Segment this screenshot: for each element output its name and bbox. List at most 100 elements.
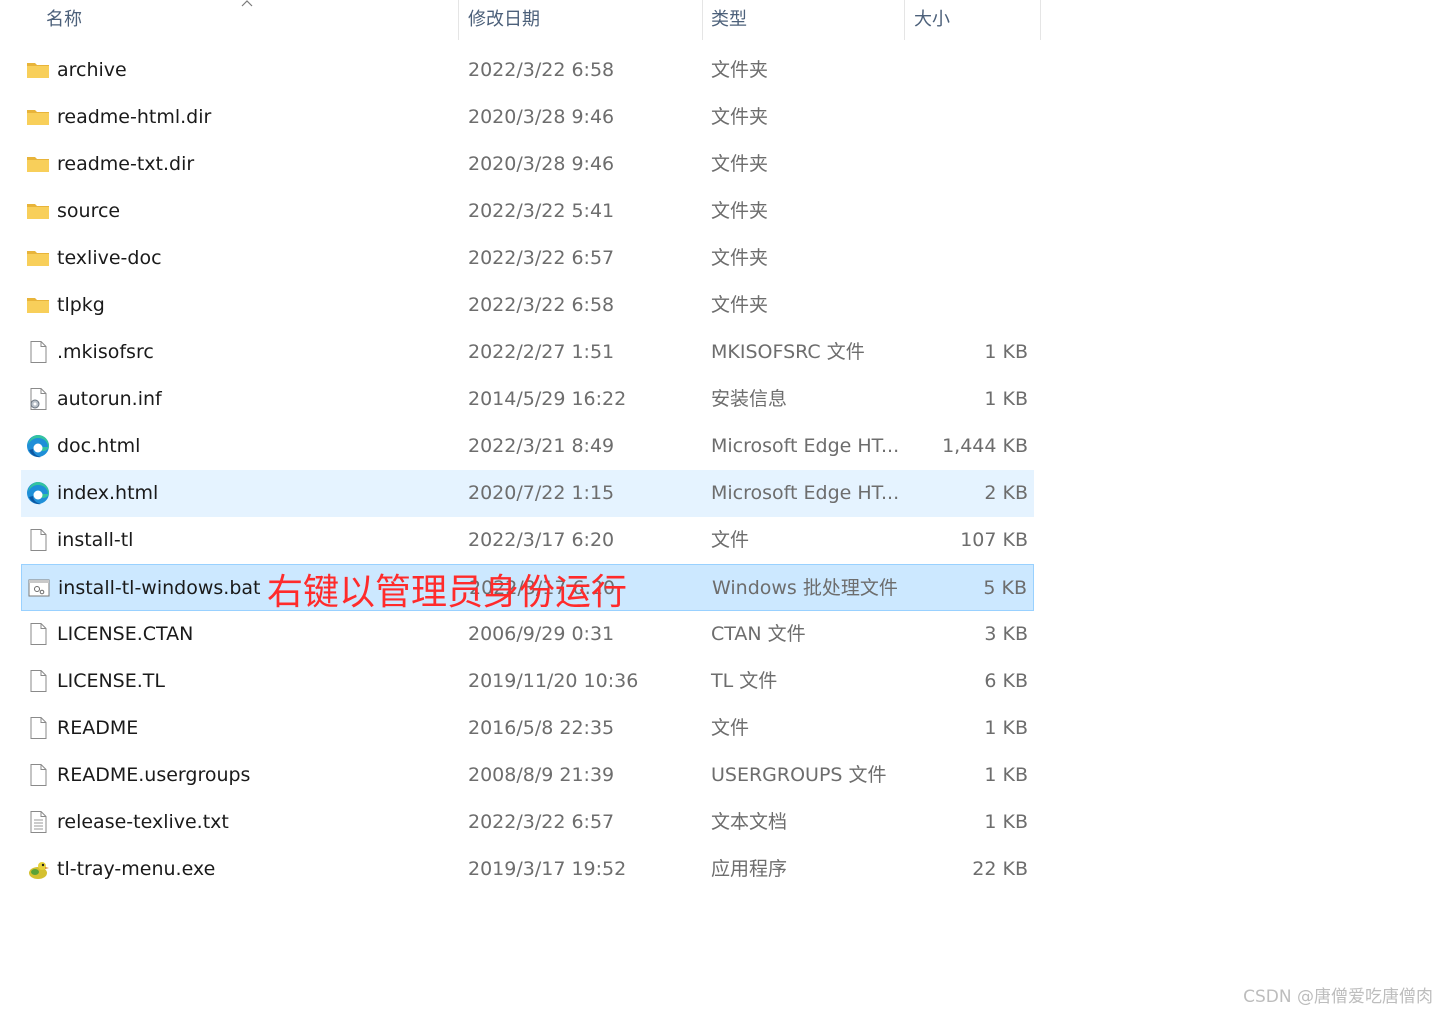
watermark: CSDN @唐僧爱吃唐僧肉	[1243, 987, 1433, 1007]
file-size: 3 KB	[984, 623, 1028, 645]
file-name: archive	[57, 59, 127, 81]
column-header-date[interactable]: 修改日期	[460, 0, 702, 40]
file-row[interactable]: tlpkg 2022/3/22 6:58 文件夹	[21, 282, 1034, 329]
folder-icon	[26, 199, 50, 223]
file-type: 文件	[711, 529, 750, 551]
file-size: 1 KB	[984, 764, 1028, 786]
file-type: 文件夹	[711, 153, 769, 175]
file-name: install-tl	[57, 529, 134, 551]
file-modified-date: 2022/3/22 6:57	[468, 811, 615, 833]
file-name: readme-txt.dir	[57, 153, 195, 175]
column-header: 名称 修改日期 类型 大小	[0, 0, 1041, 40]
file-name: source	[57, 200, 121, 222]
file-row[interactable]: release-texlive.txt 2022/3/22 6:57 文本文档 1 K…	[21, 799, 1034, 846]
file-modified-date: 2022/2/27 1:51	[468, 341, 615, 363]
file-size: 5 KB	[983, 577, 1027, 599]
file-name: autorun.inf	[57, 388, 162, 410]
file-row[interactable]: source 2022/3/22 5:41 文件夹	[21, 188, 1034, 235]
file-modified-date: 2014/5/29 16:22	[468, 388, 627, 410]
file-type: 文件夹	[711, 294, 769, 316]
file-type: 文件夹	[711, 59, 769, 81]
annotation-text: 右键以管理员身份运行	[267, 572, 628, 613]
file-type: 文件夹	[711, 200, 769, 222]
column-divider[interactable]	[904, 0, 905, 40]
file-icon	[26, 622, 50, 646]
file-type: USERGROUPS 文件	[711, 764, 887, 786]
file-type: 文本文档	[711, 811, 788, 833]
file-row[interactable]: archive 2022/3/22 6:58 文件夹	[21, 47, 1034, 94]
file-modified-date: 2022/3/22 6:57	[468, 247, 615, 269]
file-size: 22 KB	[972, 858, 1028, 880]
file-size: 2 KB	[984, 482, 1028, 504]
file-modified-date: 2008/8/9 21:39	[468, 764, 615, 786]
file-modified-date: 2019/3/17 19:52	[468, 858, 627, 880]
file-icon	[26, 528, 50, 552]
file-modified-date: 2016/5/8 22:35	[468, 717, 615, 739]
sort-ascending-icon	[241, 0, 253, 7]
file-name: readme-html.dir	[57, 106, 212, 128]
text-file-icon	[26, 810, 50, 834]
file-list: archive 2022/3/22 6:58 文件夹 readme-html.dir 2…	[21, 47, 1034, 893]
column-divider[interactable]	[1040, 0, 1041, 40]
file-modified-date: 2020/7/22 1:15	[468, 482, 615, 504]
file-type: 应用程序	[711, 858, 788, 880]
exe-icon	[26, 857, 50, 881]
file-row[interactable]: doc.html 2022/3/21 8:49 Microsoft Edge HT.…	[21, 423, 1034, 470]
folder-icon	[26, 105, 50, 129]
file-name: LICENSE.TL	[57, 670, 165, 692]
file-size: 6 KB	[984, 670, 1028, 692]
file-row[interactable]: readme-html.dir 2020/3/28 9:46 文件夹	[21, 94, 1034, 141]
file-row[interactable]: README 2016/5/8 22:35 文件 1 KB	[21, 705, 1034, 752]
edge-icon	[26, 481, 50, 505]
column-divider[interactable]	[458, 0, 459, 40]
folder-icon	[26, 246, 50, 270]
file-row[interactable]: .mkisofsrc 2022/2/27 1:51 MKISOFSRC 文件 1 KB	[21, 329, 1034, 376]
file-name: texlive-doc	[57, 247, 162, 269]
file-type: 文件	[711, 717, 750, 739]
file-type: Microsoft Edge HT...	[711, 435, 900, 457]
file-name: doc.html	[57, 435, 141, 457]
settings-file-icon	[26, 387, 50, 411]
file-type: 文件夹	[711, 106, 769, 128]
column-header-type[interactable]: 类型	[703, 0, 904, 40]
batch-file-icon	[27, 576, 51, 600]
file-name: .mkisofsrc	[57, 341, 154, 363]
file-name: LICENSE.CTAN	[57, 623, 194, 645]
file-type: CTAN 文件	[711, 623, 806, 645]
file-name: README.usergroups	[57, 764, 251, 786]
file-modified-date: 2022/3/21 8:49	[468, 435, 615, 457]
file-modified-date: 2022/3/22 6:58	[468, 59, 615, 81]
file-name: tlpkg	[57, 294, 105, 316]
file-size: 1,444 KB	[942, 435, 1028, 457]
file-modified-date: 2022/3/17 6:20	[468, 529, 615, 551]
file-type: Windows 批处理文件	[712, 577, 898, 599]
file-icon	[26, 716, 50, 740]
file-type: 安装信息	[711, 388, 788, 410]
file-modified-date: 2020/3/28 9:46	[468, 153, 615, 175]
file-row[interactable]: texlive-doc 2022/3/22 6:57 文件夹	[21, 235, 1034, 282]
file-icon	[26, 669, 50, 693]
file-modified-date: 2019/11/20 10:36	[468, 670, 639, 692]
file-modified-date: 2022/3/22 5:41	[468, 200, 615, 222]
file-type: MKISOFSRC 文件	[711, 341, 865, 363]
file-modified-date: 2020/3/28 9:46	[468, 106, 615, 128]
file-row[interactable]: README.usergroups 2008/8/9 21:39 USERGROUP…	[21, 752, 1034, 799]
file-size: 1 KB	[984, 811, 1028, 833]
folder-icon	[26, 58, 50, 82]
folder-icon	[26, 293, 50, 317]
file-type: Microsoft Edge HT...	[711, 482, 900, 504]
file-name: index.html	[57, 482, 159, 504]
file-row[interactable]: install-tl 2022/3/17 6:20 文件 107 KB	[21, 517, 1034, 564]
file-name: release-texlive.txt	[57, 811, 229, 833]
column-header-size[interactable]: 大小	[906, 0, 1040, 40]
file-modified-date: 2022/3/22 6:58	[468, 294, 615, 316]
file-icon	[26, 763, 50, 787]
file-icon	[26, 340, 50, 364]
file-row[interactable]: readme-txt.dir 2020/3/28 9:46 文件夹	[21, 141, 1034, 188]
file-row[interactable]: autorun.inf 2014/5/29 16:22 安装信息 1 KB	[21, 376, 1034, 423]
file-row[interactable]: LICENSE.TL 2019/11/20 10:36 TL 文件 6 KB	[21, 658, 1034, 705]
file-explorer: 名称 修改日期 类型 大小 archive 2022/3/22 6:58 文件夹 re…	[0, 0, 1447, 1013]
file-row[interactable]: index.html 2020/7/22 1:15 Microsoft Edge H…	[21, 470, 1034, 517]
file-row[interactable]: tl-tray-menu.exe 2019/3/17 19:52 应用程序 22 KB	[21, 846, 1034, 893]
file-size: 1 KB	[984, 388, 1028, 410]
